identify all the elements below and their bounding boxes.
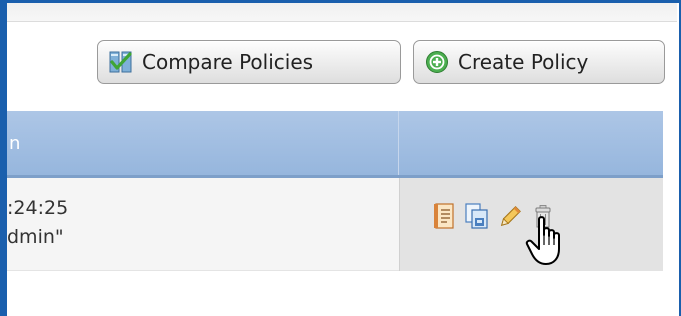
add-circle-icon	[424, 49, 450, 75]
hand-pointer-cursor-icon	[525, 215, 573, 267]
copy-icon[interactable]	[465, 202, 489, 230]
table-header: n	[7, 111, 663, 178]
compare-icon	[108, 49, 134, 75]
column-header-actions	[399, 111, 663, 175]
column-header-partial: n	[7, 111, 399, 175]
toolbar: Compare Policies Create Policy	[97, 40, 665, 84]
create-policy-button[interactable]: Create Policy	[413, 40, 665, 84]
row-timestamp-fragment: :24:25	[7, 197, 69, 219]
top-strip	[7, 3, 677, 22]
compare-policies-button[interactable]: Compare Policies	[97, 40, 401, 84]
app-frame: Compare Policies Create Policy n :24:25 …	[0, 0, 681, 316]
report-icon[interactable]	[432, 202, 456, 230]
row-info-cell: :24:25 dmin"	[7, 178, 399, 271]
edit-pencil-icon[interactable]	[498, 202, 522, 230]
compare-policies-label: Compare Policies	[142, 50, 314, 74]
create-policy-label: Create Policy	[458, 50, 589, 74]
row-user-fragment: dmin"	[7, 226, 64, 248]
